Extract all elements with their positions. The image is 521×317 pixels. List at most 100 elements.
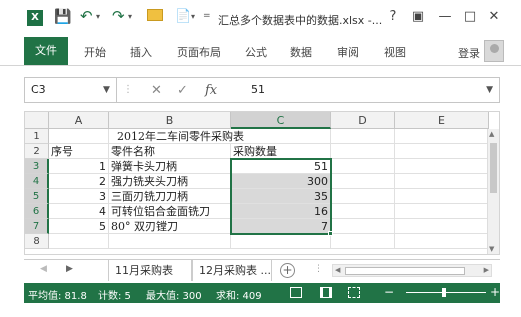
cell-e7[interactable]: [395, 219, 489, 234]
cell-c5[interactable]: 35: [231, 189, 331, 204]
cell-c6[interactable]: 16: [231, 204, 331, 219]
row-header-6[interactable]: 6: [25, 204, 49, 219]
row-header-4[interactable]: 4: [25, 174, 49, 189]
cell-c4[interactable]: 300: [231, 174, 331, 189]
cell-c3[interactable]: 51: [231, 159, 331, 174]
row-header-1[interactable]: 1: [25, 129, 49, 144]
cell-e3[interactable]: [395, 159, 489, 174]
avatar[interactable]: [484, 40, 504, 62]
zoom-out-button[interactable]: −: [384, 285, 394, 299]
tab-insert[interactable]: 插入: [130, 44, 152, 60]
cell-e4[interactable]: [395, 174, 489, 189]
normal-view-icon[interactable]: [290, 287, 302, 298]
tab-formulas[interactable]: 公式: [245, 44, 267, 60]
quick-access-dropdown-icon[interactable]: ▾: [191, 12, 195, 21]
name-box-dropdown-icon[interactable]: ▼: [103, 78, 110, 102]
cell-b4[interactable]: 强力铣夹头刀柄: [109, 174, 231, 189]
cell-c2[interactable]: 采购数量: [231, 144, 331, 159]
cell-d8[interactable]: [331, 234, 395, 249]
cell-d5[interactable]: [331, 189, 395, 204]
cell-a3[interactable]: 1: [49, 159, 109, 174]
column-header-d[interactable]: D: [331, 112, 395, 129]
cell-a7[interactable]: 5: [49, 219, 109, 234]
name-box[interactable]: C3 ▼: [25, 78, 117, 102]
sheet-tab-december[interactable]: 12月采购表 ...: [192, 260, 272, 281]
cell-b3[interactable]: 弹簧卡头刀柄: [109, 159, 231, 174]
login-link[interactable]: 登录: [458, 45, 480, 61]
previous-sheet-icon[interactable]: ◀: [40, 264, 47, 274]
add-sheet-button[interactable]: +: [280, 263, 295, 278]
next-sheet-icon[interactable]: ▶: [66, 264, 73, 274]
cell-a8[interactable]: [49, 234, 109, 249]
tab-view[interactable]: 视图: [384, 44, 406, 60]
zoom-in-button[interactable]: +: [490, 285, 500, 299]
cell-b2[interactable]: 零件名称: [109, 144, 231, 159]
cell-a6[interactable]: 4: [49, 204, 109, 219]
cell-c1[interactable]: [231, 129, 331, 144]
zoom-slider[interactable]: [406, 292, 486, 293]
insert-function-icon[interactable]: fx: [205, 83, 217, 98]
ribbon-display-options-button[interactable]: ▣: [409, 9, 427, 24]
close-button[interactable]: ✕: [485, 9, 503, 24]
cell-b7[interactable]: 80° 双刃镗刀: [109, 219, 231, 234]
row-header-7[interactable]: 7: [25, 219, 49, 234]
scroll-left-icon[interactable]: ◀: [335, 265, 340, 276]
redo-dropdown-icon[interactable]: ▾: [128, 12, 132, 21]
cell-d2[interactable]: [331, 144, 395, 159]
vertical-scroll-thumb[interactable]: [490, 143, 497, 193]
cell-a4[interactable]: 2: [49, 174, 109, 189]
fill-handle[interactable]: [328, 231, 333, 236]
tab-page-layout[interactable]: 页面布局: [177, 44, 221, 60]
cell-d1[interactable]: [331, 129, 395, 144]
row-header-8[interactable]: 8: [25, 234, 49, 249]
cell-e2[interactable]: [395, 144, 489, 159]
customize-toolbar-icon[interactable]: =: [203, 11, 211, 21]
undo-dropdown-icon[interactable]: ▾: [96, 12, 100, 21]
cell-a5[interactable]: 3: [49, 189, 109, 204]
tab-data[interactable]: 数据: [290, 44, 312, 60]
row-header-2[interactable]: 2: [25, 144, 49, 159]
cell-b8[interactable]: [109, 234, 231, 249]
column-header-b[interactable]: B: [109, 112, 231, 129]
cell-d7[interactable]: [331, 219, 395, 234]
save-icon[interactable]: 💾: [54, 9, 71, 25]
horizontal-scroll-thumb[interactable]: [345, 267, 465, 275]
redo-icon[interactable]: ↷: [112, 7, 125, 25]
formula-input[interactable]: 51: [251, 78, 265, 102]
help-button[interactable]: ?: [384, 9, 402, 24]
cell-b1-title[interactable]: 2012年二车间零件采购表: [109, 129, 244, 144]
quick-access-icon[interactable]: 📄: [175, 9, 191, 24]
sheet-tab-november[interactable]: 11月采购表: [108, 260, 192, 281]
tab-file[interactable]: 文件: [24, 37, 68, 65]
cell-e1[interactable]: [395, 129, 489, 144]
cell-a1[interactable]: [49, 129, 109, 144]
tab-home[interactable]: 开始: [84, 44, 106, 60]
cell-a2[interactable]: 序号: [49, 144, 109, 159]
scroll-down-icon[interactable]: ▼: [489, 245, 494, 253]
cell-b6[interactable]: 可转位铝合金面铣刀: [109, 204, 231, 219]
tab-split-grip-icon[interactable]: ⋮: [314, 264, 323, 274]
scroll-right-icon[interactable]: ▶: [484, 265, 489, 276]
cell-e6[interactable]: [395, 204, 489, 219]
scroll-up-icon[interactable]: ▲: [489, 130, 494, 138]
cell-c8[interactable]: [231, 234, 331, 249]
horizontal-scrollbar[interactable]: ◀ ▶: [332, 264, 492, 277]
restore-button[interactable]: □: [461, 9, 479, 24]
cancel-icon[interactable]: ✕: [151, 83, 162, 98]
zoom-slider-thumb[interactable]: [442, 288, 446, 297]
column-header-e[interactable]: E: [395, 112, 489, 129]
column-header-a[interactable]: A: [49, 112, 109, 129]
select-all-corner[interactable]: [25, 112, 49, 129]
column-header-c[interactable]: C: [231, 112, 331, 129]
row-header-5[interactable]: 5: [25, 189, 49, 204]
cell-c7[interactable]: 7: [231, 219, 331, 234]
cell-d4[interactable]: [331, 174, 395, 189]
cell-e8[interactable]: [395, 234, 489, 249]
vertical-scrollbar[interactable]: ▲ ▼: [487, 129, 499, 254]
enter-icon[interactable]: ✓: [177, 83, 188, 98]
minimize-button[interactable]: —: [436, 9, 454, 24]
tab-review[interactable]: 审阅: [337, 44, 359, 60]
cell-e5[interactable]: [395, 189, 489, 204]
row-header-3[interactable]: 3: [25, 159, 49, 174]
expand-formula-bar-icon[interactable]: ▼: [486, 78, 493, 102]
